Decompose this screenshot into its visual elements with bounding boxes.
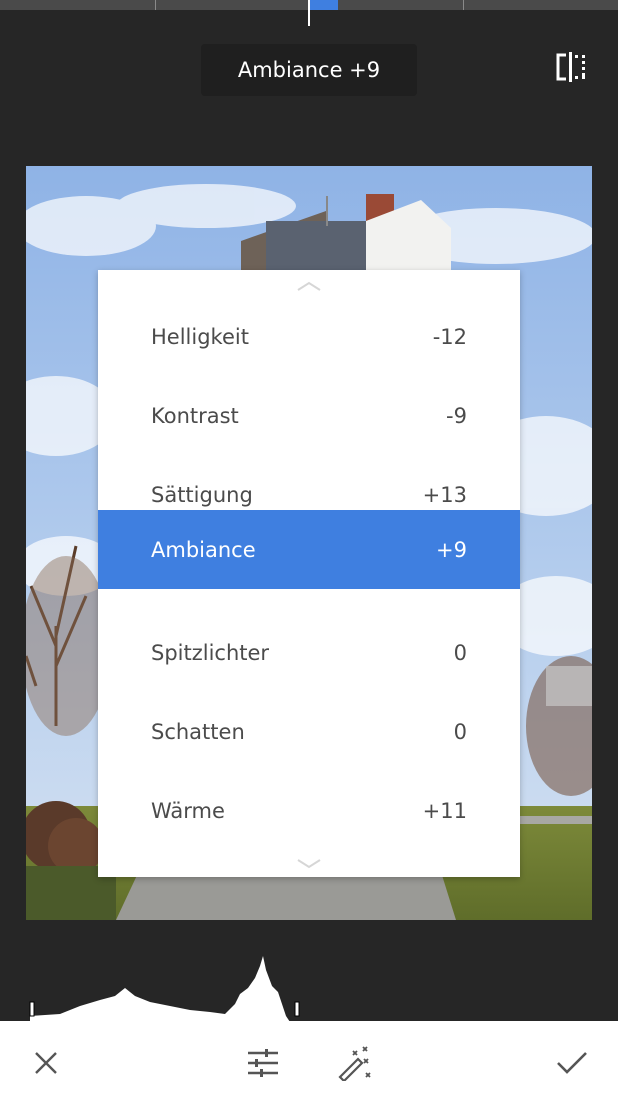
- magic-wand-icon[interactable]: [334, 1043, 374, 1083]
- menu-item-value: -9: [446, 403, 467, 428]
- menu-item-label: Spitzlichter: [151, 640, 270, 665]
- menu-item-schatten[interactable]: Schatten 0: [98, 692, 520, 771]
- slider-tick: [463, 0, 464, 10]
- menu-item-value: 0: [453, 640, 467, 665]
- menu-item-value: +11: [422, 798, 467, 823]
- menu-item-ambiance[interactable]: Ambiance +9: [98, 510, 520, 589]
- menu-item-label: Ambiance: [151, 537, 256, 562]
- menu-item-kontrast[interactable]: Kontrast -9: [98, 376, 520, 455]
- chevron-up-icon[interactable]: [295, 278, 323, 292]
- menu-item-label: Helligkeit: [151, 324, 249, 349]
- chevron-down-icon[interactable]: [295, 856, 323, 870]
- tune-sliders-icon[interactable]: [243, 1043, 283, 1083]
- histogram: [0, 930, 618, 1022]
- compare-split-icon[interactable]: [552, 50, 592, 84]
- check-icon[interactable]: [552, 1043, 592, 1083]
- menu-item-label: Wärme: [151, 798, 225, 823]
- adjustment-title: Ambiance +9: [201, 44, 417, 96]
- menu-item-label: Schatten: [151, 719, 245, 744]
- close-icon[interactable]: [26, 1043, 66, 1083]
- slider-center-indicator: [308, 0, 310, 26]
- menu-item-waerme[interactable]: Wärme +11: [98, 771, 520, 850]
- menu-item-label: Sättigung: [151, 482, 253, 507]
- menu-item-value: +13: [422, 482, 467, 507]
- bottom-toolbar: [0, 1021, 618, 1100]
- menu-item-label: Kontrast: [151, 403, 239, 428]
- menu-item-helligkeit[interactable]: Helligkeit -12: [98, 297, 520, 376]
- slider-tick: [155, 0, 156, 10]
- menu-item-value: -12: [432, 324, 467, 349]
- menu-item-value: +9: [436, 537, 467, 562]
- menu-item-spitzlichter[interactable]: Spitzlichter 0: [98, 613, 520, 692]
- menu-item-value: 0: [453, 719, 467, 744]
- adjustment-menu[interactable]: Helligkeit -12 Kontrast -9 Sättigung +13…: [98, 270, 520, 877]
- slider-fill: [309, 0, 338, 10]
